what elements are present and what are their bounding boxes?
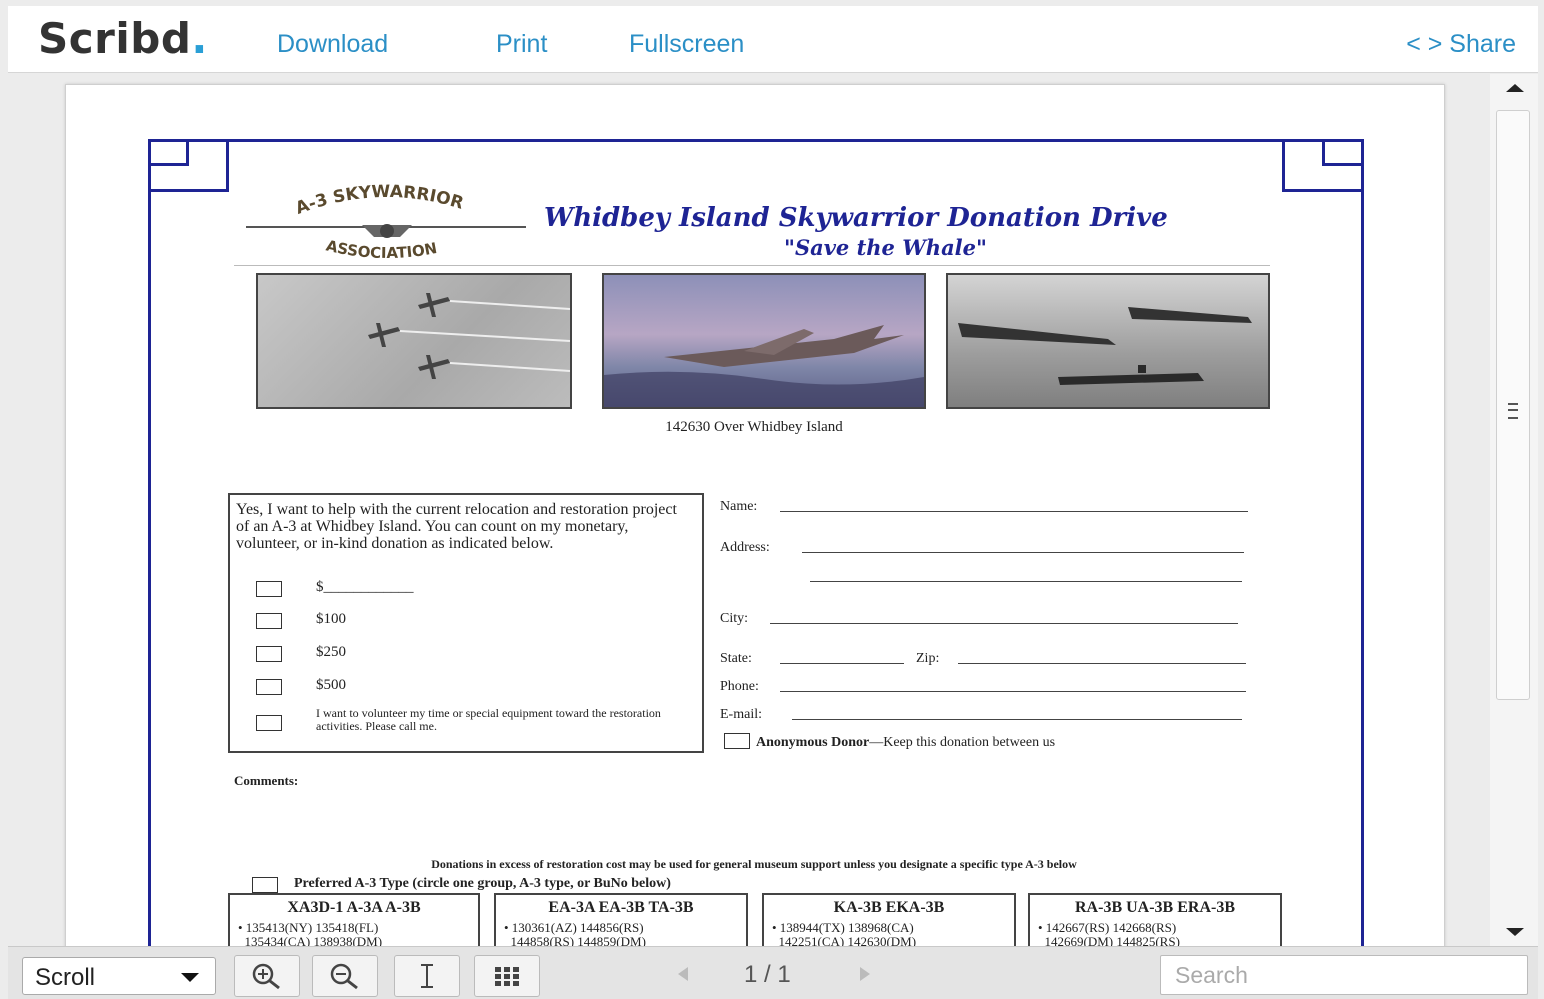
corner-ornament — [148, 139, 229, 192]
name-line[interactable] — [780, 511, 1248, 512]
state-label: State: — [720, 651, 752, 666]
type-group-bunos: • 135413(NY) 135418(FL) 135434(CA) 13893… — [238, 920, 383, 947]
zip-label: Zip: — [916, 651, 940, 666]
photo-caption: 142630 Over Whidbey Island — [665, 419, 843, 435]
preferred-type-checkbox[interactable] — [252, 877, 278, 893]
logo-text-top: A-3 SKYWARRIOR — [293, 182, 466, 219]
city-label: City: — [720, 611, 749, 626]
type-group-box: RA-3B UA-3B ERA-3B • 142667(RS) 142668(R… — [1028, 893, 1282, 946]
type-group-box: XA3D-1 A-3A A-3B • 135413(NY) 135418(FL)… — [228, 893, 480, 946]
phone-label: Phone: — [720, 679, 759, 694]
photo-carrier-ops — [946, 273, 1270, 409]
association-logo: A-3 SKYWARRIOR ASSOCIATION — [246, 182, 526, 263]
download-link[interactable]: Download — [277, 30, 388, 59]
address-label: Address: — [720, 540, 770, 555]
grid-icon — [495, 967, 519, 986]
preferred-type-label: Preferred A-3 Type (circle one group, A-… — [294, 876, 671, 891]
anonymous-bold: Anonymous Donor — [756, 735, 870, 750]
document-page: A-3 SKYWARRIOR ASSOCIATION Whidbey Islan… — [65, 84, 1445, 946]
viewer-header: Scribd. Download Print Fullscreen < > Sh… — [8, 6, 1538, 73]
search-input[interactable] — [1160, 955, 1528, 995]
scribd-logo[interactable]: Scribd. — [38, 14, 208, 63]
anonymous-checkbox[interactable] — [724, 733, 750, 749]
text-cursor-icon — [421, 964, 433, 988]
page-indicator: 1 / 1 — [744, 961, 791, 988]
zoom-out-button[interactable] — [312, 955, 378, 997]
anonymous-rest: —Keep this donation between us — [869, 735, 1056, 750]
zoom-out-icon — [330, 963, 358, 990]
vertical-scrollbar[interactable] — [1490, 74, 1538, 946]
type-group-heading: KA-3B EKA-3B — [833, 899, 945, 916]
type-group-bunos: • 142667(RS) 142668(RS) 142669(DM) 14482… — [1038, 920, 1180, 947]
logo-text-bottom: ASSOCIATION — [324, 237, 438, 263]
zip-line[interactable] — [958, 663, 1246, 664]
document-title: Whidbey Island Skywarrior Donation Drive — [544, 203, 1168, 233]
excess-donation-note: Donations in excess of restoration cost … — [431, 857, 1077, 871]
name-label: Name: — [720, 499, 758, 514]
type-group-bunos: • 130361(AZ) 144856(RS) 144858(RS) 14485… — [504, 920, 646, 947]
donation-pledge-text: Yes, I want to help with the current rel… — [236, 501, 677, 552]
svg-text:ASSOCIATION: ASSOCIATION — [324, 237, 438, 263]
amount-100-label: $100 — [316, 611, 346, 627]
scroll-down-arrow-icon[interactable] — [1506, 928, 1524, 936]
city-line[interactable] — [770, 623, 1238, 624]
view-mode-select[interactable]: Scroll — [22, 957, 216, 995]
type-group-bunos: • 138944(TX) 138968(CA) 142251(CA) 14263… — [772, 920, 917, 947]
amount-500-label: $500 — [316, 677, 346, 693]
comments-label: Comments: — [234, 773, 299, 788]
svg-text:A-3 SKYWARRIOR: A-3 SKYWARRIOR — [293, 182, 466, 219]
photo-formation-flight — [256, 273, 572, 409]
state-line[interactable] — [780, 663, 904, 664]
grip-icon — [1508, 403, 1518, 419]
scroll-up-arrow-icon[interactable] — [1506, 84, 1524, 92]
text-select-button[interactable] — [394, 955, 460, 997]
volunteer-checkbox[interactable] — [256, 715, 282, 731]
volunteer-label: I want to volunteer my time or special e… — [316, 706, 661, 733]
type-group-heading: EA-3A EA-3B TA-3B — [548, 899, 694, 916]
share-link[interactable]: < > Share — [1406, 30, 1516, 59]
amount-250-label: $250 — [316, 644, 346, 660]
amount-custom-checkbox[interactable] — [256, 581, 282, 597]
amount-100-checkbox[interactable] — [256, 613, 282, 629]
type-group-heading: XA3D-1 A-3A A-3B — [287, 899, 421, 916]
previous-page-icon[interactable] — [678, 967, 688, 981]
grid-view-button[interactable] — [474, 955, 540, 997]
type-group-box: KA-3B EKA-3B • 138944(TX) 138968(CA) 142… — [762, 893, 1016, 946]
email-line[interactable] — [792, 719, 1242, 720]
anonymous-label: Anonymous Donor—Keep this donation betwe… — [756, 735, 1055, 751]
phone-line[interactable] — [780, 691, 1246, 692]
amount-500-checkbox[interactable] — [256, 679, 282, 695]
address-line-1[interactable] — [802, 552, 1244, 553]
email-label: E-mail: — [720, 707, 762, 722]
donation-options-box: Yes, I want to help with the current rel… — [228, 493, 704, 753]
zoom-in-button[interactable] — [234, 955, 300, 997]
viewer-toolbar: Scroll 1 / 1 — [8, 946, 1538, 999]
chevron-down-icon — [181, 973, 199, 982]
scrollbar-thumb[interactable] — [1496, 110, 1530, 700]
corner-ornament — [1282, 139, 1363, 192]
print-link[interactable]: Print — [496, 30, 547, 59]
view-mode-value: Scroll — [35, 964, 96, 991]
document-subtitle: "Save the Whale" — [784, 235, 987, 260]
divider — [234, 265, 1270, 266]
type-group-box: EA-3A EA-3B TA-3B • 130361(AZ) 144856(RS… — [494, 893, 748, 946]
zoom-in-icon — [252, 963, 280, 990]
logo-text: Scribd — [38, 14, 192, 63]
amount-custom-label: $____________ — [316, 579, 414, 595]
next-page-icon[interactable] — [860, 967, 870, 981]
type-group-heading: RA-3B UA-3B ERA-3B — [1075, 899, 1235, 916]
address-line-2[interactable] — [810, 581, 1242, 582]
photo-whidbey-island — [602, 273, 926, 409]
logo-dot: . — [191, 14, 208, 63]
amount-250-checkbox[interactable] — [256, 646, 282, 662]
document-viewport[interactable]: A-3 SKYWARRIOR ASSOCIATION Whidbey Islan… — [8, 74, 1488, 946]
fullscreen-link[interactable]: Fullscreen — [629, 30, 744, 59]
